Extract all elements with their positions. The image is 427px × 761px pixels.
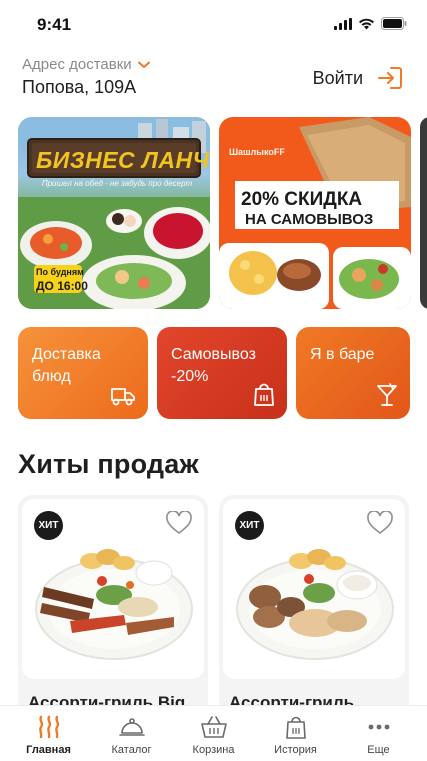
chip-delivery-label: Доставка блюд xyxy=(32,346,101,385)
banner-1-badge-line1: По будням xyxy=(36,267,84,277)
chip-takeaway[interactable]: Самовывоз -20% xyxy=(157,327,287,419)
battery-icon xyxy=(381,17,407,30)
tab-home[interactable]: Главная xyxy=(6,706,91,761)
banner-1-badge-line2: до 16:00 xyxy=(36,279,88,293)
promo-banners: БИЗНЕС ЛАНЧ Пришел на обед - не забудь п… xyxy=(18,117,427,311)
tab-catalog[interactable]: Каталог xyxy=(89,706,174,761)
tab-history[interactable]: История xyxy=(253,706,338,761)
tab-cart-label: Корзина xyxy=(192,744,235,756)
banner-takeaway-discount[interactable]: ШашлыкоFF 20% СКИДКА НА САМОВЫВОЗ xyxy=(219,117,411,309)
heart-icon[interactable] xyxy=(367,511,393,535)
bottom-tab-bar: Главная Каталог Корзина История Еще xyxy=(0,705,427,761)
wifi-icon xyxy=(359,18,374,29)
dish-image xyxy=(236,549,394,660)
tab-more-label: Еще xyxy=(367,744,390,756)
section-title-hits: Хиты продаж xyxy=(18,449,199,479)
hit-badge: ХИТ xyxy=(34,511,63,540)
login-icon xyxy=(378,67,402,89)
header: Адрес доставки Попова, 109А Войти xyxy=(22,56,407,104)
banner-business-lunch[interactable]: БИЗНЕС ЛАНЧ Пришел на обед - не забудь п… xyxy=(18,117,210,309)
chip-delivery[interactable]: Доставка блюд xyxy=(18,327,148,419)
more-dots-icon xyxy=(368,714,390,740)
banner-2-headline-2: НА САМОВЫВОЗ xyxy=(245,211,374,228)
product-card[interactable]: ХИТ Ассорти-гриль xyxy=(219,495,409,710)
chip-bar[interactable]: Я в баре xyxy=(296,327,410,419)
banner-2-brand: ШашлыкоFF xyxy=(229,147,285,157)
chevron-down-icon xyxy=(137,61,150,68)
history-bag-icon xyxy=(285,714,307,740)
product-image-area: ХИТ xyxy=(22,499,204,679)
tab-catalog-label: Каталог xyxy=(111,744,152,756)
hit-badge: ХИТ xyxy=(235,511,264,540)
tab-cart[interactable]: Корзина xyxy=(171,706,256,761)
signal-icon xyxy=(334,17,352,30)
banner-1-subtitle: Пришел на обед - не забудь про десерт xyxy=(41,179,193,188)
login-button[interactable]: Войти xyxy=(313,66,403,90)
cocktail-icon xyxy=(377,383,397,406)
service-chips: Доставка блюд Самовывоз -20% Я в баре xyxy=(18,327,427,419)
status-icons xyxy=(334,17,407,30)
home-flame-icon xyxy=(36,714,62,740)
chip-bar-label: Я в баре xyxy=(310,346,375,363)
banner-1-title: БИЗНЕС ЛАНЧ xyxy=(36,147,210,173)
dish-image xyxy=(35,549,193,660)
tab-home-label: Главная xyxy=(26,744,71,756)
address-label: Адрес доставки xyxy=(22,56,132,73)
heart-icon[interactable] xyxy=(166,511,192,535)
product-image-area: ХИТ xyxy=(223,499,405,679)
status-time: 9:41 xyxy=(37,15,72,34)
login-label: Войти xyxy=(312,67,363,88)
tab-history-label: История xyxy=(274,744,317,756)
products-carousel: ХИТ Ассорти-гриль Big ХИТ Ассорти-гриль xyxy=(18,495,427,710)
cloche-icon xyxy=(118,714,146,740)
banner-2-headline-1: 20% СКИДКА xyxy=(241,189,363,210)
takeaway-bag-icon xyxy=(254,383,274,406)
basket-icon xyxy=(200,714,228,740)
delivery-truck-icon xyxy=(111,388,135,406)
product-card[interactable]: ХИТ Ассорти-гриль Big xyxy=(18,495,208,710)
status-bar: 9:41 xyxy=(0,0,427,50)
banner-partial[interactable] xyxy=(420,117,427,309)
chip-takeaway-label: Самовывоз -20% xyxy=(171,346,256,385)
tab-more[interactable]: Еще xyxy=(336,706,421,761)
